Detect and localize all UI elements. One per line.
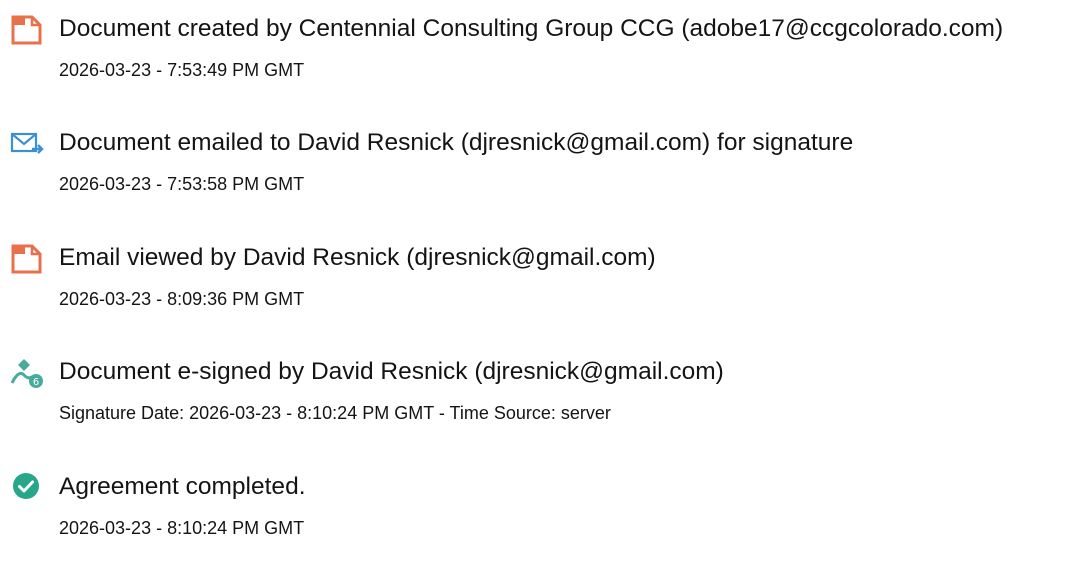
- event-signature-date: Signature Date: 2026-03-23 - 8:10:24 PM …: [59, 403, 611, 423]
- history-event-created: Document created by Centennial Consultin…: [0, 14, 1088, 114]
- svg-text:6: 6: [33, 377, 39, 388]
- document-icon: [10, 243, 46, 275]
- event-title: Document created by Centennial Consultin…: [59, 15, 1004, 42]
- event-title: Document emailed to David Resnick (djres…: [59, 129, 854, 156]
- event-timestamp: 2026-03-23 - 8:10:24 PM GMT: [59, 518, 305, 538]
- email-icon: [10, 128, 46, 160]
- history-event-viewed: Email viewed by David Resnick (djresnick…: [0, 243, 1088, 343]
- event-title: Email viewed by David Resnick (djresnick…: [59, 244, 656, 271]
- document-icon: [10, 14, 46, 46]
- event-title: Document e-signed by David Resnick (djre…: [59, 358, 724, 385]
- event-timestamp: 2026-03-23 - 7:53:58 PM GMT: [59, 174, 305, 194]
- history-event-signed: 6 Document e-signed by David Resnick (dj…: [0, 357, 1088, 457]
- history-event-emailed: Document emailed to David Resnick (djres…: [0, 128, 1088, 228]
- event-timestamp: 2026-03-23 - 8:09:36 PM GMT: [59, 289, 305, 309]
- history-event-completed: Agreement completed. 2026-03-23 - 8:10:2…: [0, 472, 1088, 572]
- signature-pen-icon: 6: [10, 357, 46, 389]
- checkmark-circle-icon: [10, 472, 46, 504]
- event-timestamp: 2026-03-23 - 7:53:49 PM GMT: [59, 60, 305, 80]
- event-title: Agreement completed.: [59, 473, 306, 500]
